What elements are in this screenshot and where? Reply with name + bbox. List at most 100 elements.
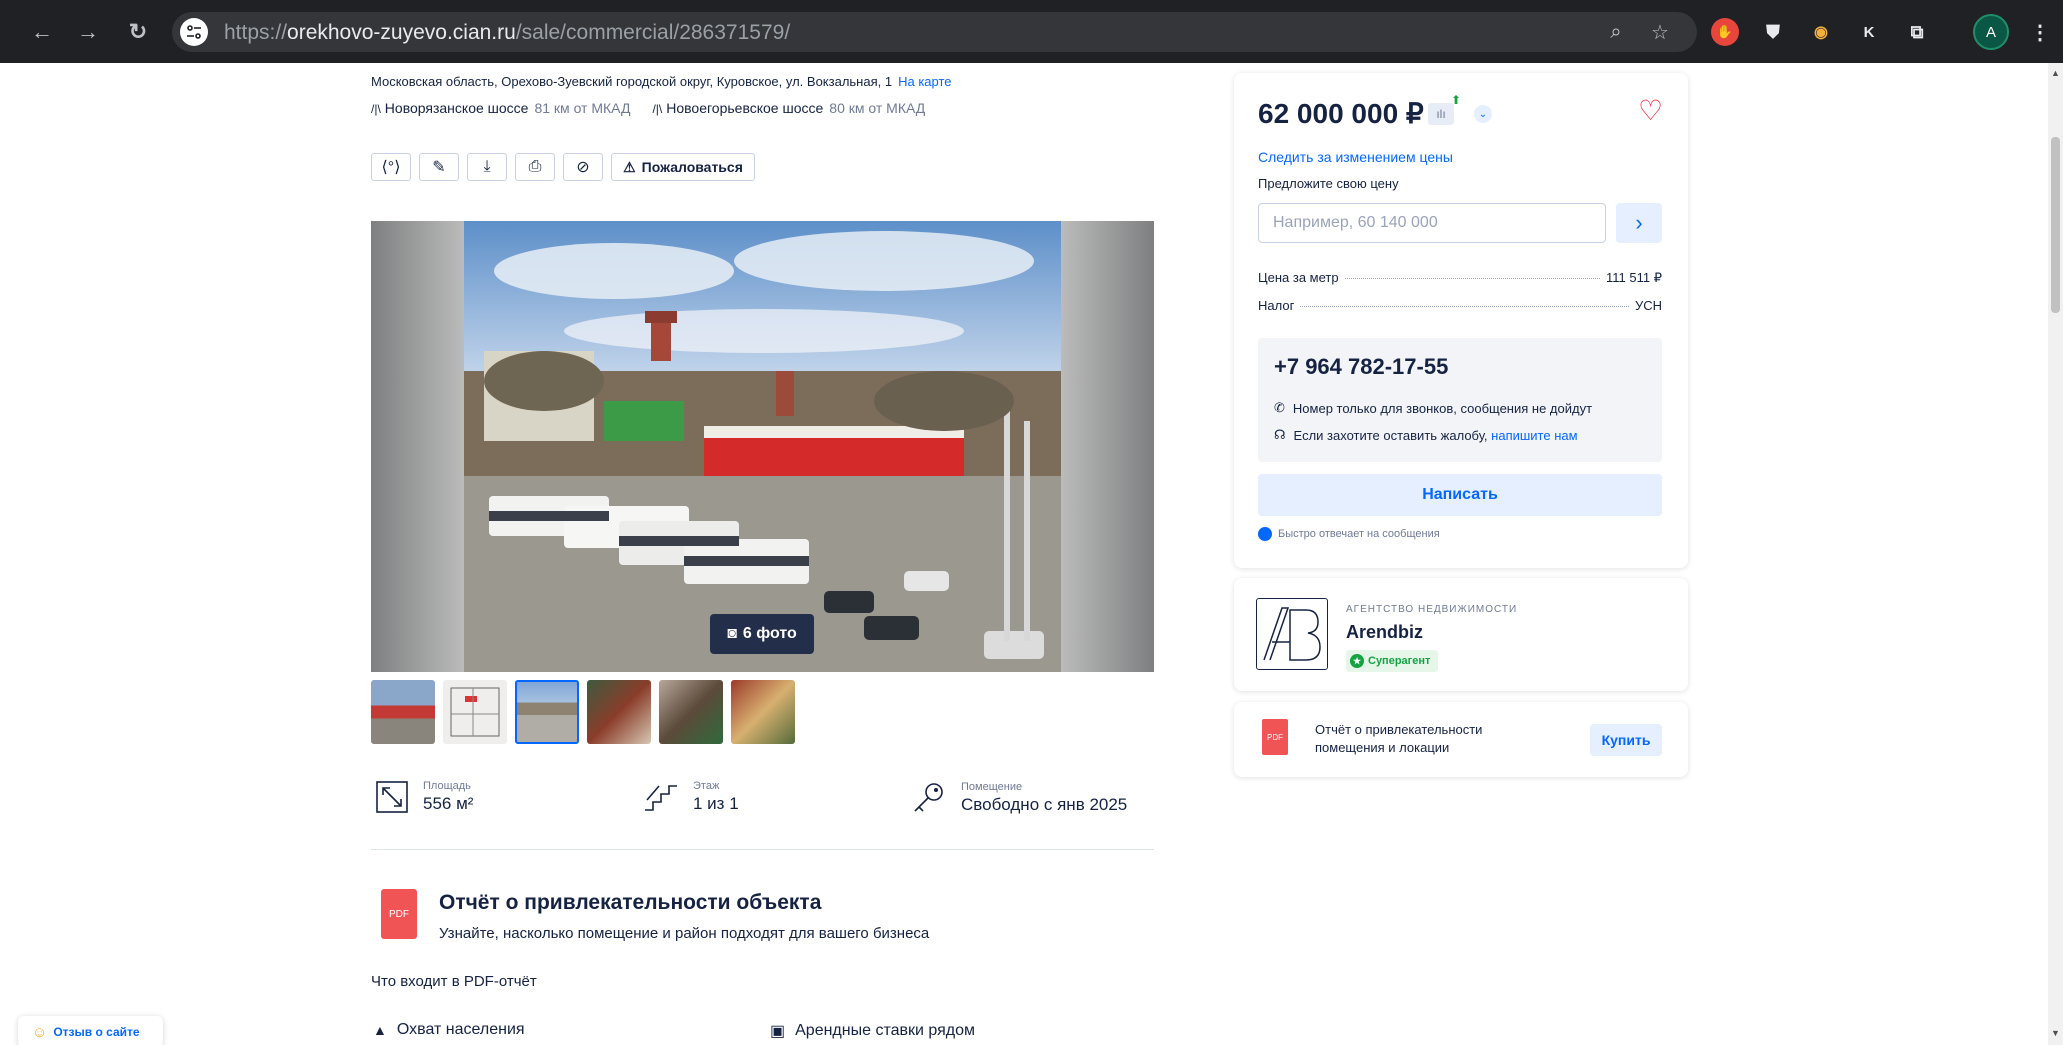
note-button[interactable]: ✎ bbox=[419, 153, 459, 181]
photo-gallery[interactable]: ◙ 6 фото bbox=[371, 221, 1154, 672]
price: 62 000 000 ₽ bbox=[1258, 98, 1424, 129]
phone-number[interactable]: +7 964 782-17-55 bbox=[1274, 354, 1448, 380]
share-button[interactable]: ⟨°⟩ bbox=[371, 153, 411, 181]
agency-card[interactable]: АГЕНТСТВО НЕДВИЖИМОСТИ Arendbiz ★ Супераг… bbox=[1234, 578, 1688, 691]
phone-note: ✆ Номер только для звонков, сообщения не … bbox=[1274, 400, 1593, 416]
site-feedback-button[interactable]: ☺ Отзыв о сайте bbox=[18, 1016, 163, 1045]
phone-icon: ✆ bbox=[1274, 400, 1285, 415]
highway-icon: /|\ bbox=[371, 102, 381, 116]
browser-window: ← → ↻ https://orekhovo-zuyevo.cian.ru/sa… bbox=[0, 0, 2063, 1045]
agency-name[interactable]: Arendbiz bbox=[1346, 622, 1423, 643]
listing-actions: ⟨°⟩ ✎ ⤓ ⎙ ⊘ ⚠ Пожаловаться bbox=[371, 153, 755, 181]
thumbnail[interactable] bbox=[443, 680, 507, 744]
menu-dots-icon[interactable]: ⋮ bbox=[2026, 18, 2054, 46]
site-info-icon[interactable] bbox=[180, 18, 208, 46]
address-bar[interactable]: https://orekhovo-zuyevo.cian.ru/sale/com… bbox=[172, 12, 1697, 52]
thumbnail[interactable] bbox=[587, 680, 651, 744]
main-photo[interactable] bbox=[464, 221, 1061, 672]
k-extension-icon[interactable]: K bbox=[1855, 18, 1883, 46]
thumbnail-strip bbox=[371, 680, 795, 744]
feature-item: ▲ Охват населения bbox=[373, 1021, 525, 1038]
pdf-contents-heading: Что входит в PDF-отчёт bbox=[371, 973, 537, 990]
contact-us-link[interactable]: напишите нам bbox=[1491, 428, 1577, 443]
offer-price-label: Предложите свою цену bbox=[1258, 176, 1399, 191]
hide-button[interactable]: ⊘ bbox=[563, 153, 603, 181]
listing-facts: Площадь 556 м² Этаж 1 из 1 Помещение Свобод… bbox=[371, 780, 1154, 850]
listing-address: Московская область, Орехово-Зуевский гор… bbox=[371, 74, 952, 89]
phone-box: +7 964 782-17-55 ✆ Номер только для звонк… bbox=[1258, 338, 1662, 462]
highway-list: /|\ Новорязанское шоссе 81 км от МКАД /|\ Н… bbox=[371, 100, 925, 116]
thumbnail[interactable] bbox=[659, 680, 723, 744]
forward-icon[interactable]: → bbox=[72, 16, 104, 48]
smile-icon: ☺ bbox=[32, 1023, 48, 1041]
extensions-puzzle-icon[interactable]: ⧉ bbox=[1903, 18, 1931, 46]
tax-row: Налог УСН bbox=[1258, 298, 1662, 313]
print-button[interactable]: ⎙ bbox=[515, 153, 555, 181]
offer-submit-button[interactable]: › bbox=[1616, 203, 1662, 243]
buy-report-button[interactable]: Купить bbox=[1590, 724, 1662, 756]
back-icon[interactable]: ← bbox=[26, 16, 58, 48]
complain-button[interactable]: ⚠ Пожаловаться bbox=[611, 153, 755, 181]
scroll-thumb[interactable] bbox=[2051, 137, 2060, 313]
area-icon bbox=[376, 781, 408, 813]
page-scrollbar[interactable]: ▲ ▼ bbox=[2048, 63, 2063, 1045]
download-button[interactable]: ⤓ bbox=[467, 153, 507, 181]
thumbnail[interactable] bbox=[731, 680, 795, 744]
price-card: 62 000 000 ₽ ılı ⬆ ⌄ ♡ Следить за измене… bbox=[1234, 73, 1688, 568]
complaint-note: ☊ Если захотите оставить жалобу, напишите… bbox=[1274, 427, 1578, 443]
write-button[interactable]: Написать bbox=[1258, 474, 1662, 516]
price-up-icon: ⬆ bbox=[1451, 93, 1462, 107]
browser-toolbar: ← → ↻ https://orekhovo-zuyevo.cian.ru/sa… bbox=[0, 0, 2063, 63]
download-icon: ⤓ bbox=[483, 158, 491, 175]
fact-floor: Этаж 1 из 1 bbox=[643, 780, 739, 814]
camera-icon: ◙ bbox=[727, 625, 737, 642]
zoom-icon[interactable]: ⌕ bbox=[1604, 20, 1628, 44]
map-link[interactable]: На карте bbox=[898, 74, 951, 89]
bookmark-star-icon[interactable]: ☆ bbox=[1648, 20, 1672, 44]
address-text: Московская область, Орехово-Зуевский гор… bbox=[371, 74, 893, 89]
chevron-right-icon: › bbox=[1635, 210, 1643, 235]
pdf-icon: PDF bbox=[1262, 719, 1288, 755]
price-per-meter-row: Цена за метр 111 511 ₽ bbox=[1258, 270, 1662, 285]
report-subtitle: Узнайте, насколько помещение и район под… bbox=[439, 925, 930, 942]
agency-type: АГЕНТСТВО НЕДВИЖИМОСТИ bbox=[1346, 604, 1518, 615]
follow-price-link[interactable]: Следить за изменением цены bbox=[1258, 149, 1453, 165]
share-icon: ⟨°⟩ bbox=[381, 159, 401, 176]
calculator-icon: ▣ bbox=[770, 1023, 786, 1040]
fast-reply-note: Быстро отвечает на сообщения bbox=[1258, 527, 1440, 541]
spy-extension-icon[interactable]: ◉ bbox=[1807, 18, 1835, 46]
favorite-heart-icon[interactable]: ♡ bbox=[1638, 97, 1663, 125]
photo-count-button[interactable]: ◙ 6 фото bbox=[710, 614, 814, 654]
printer-icon: ⎙ bbox=[528, 158, 542, 175]
report-buy-card: PDF Отчёт о привлекательности помещения … bbox=[1234, 702, 1688, 777]
warning-icon: ⚠ bbox=[623, 158, 636, 175]
highway-item: /|\ Новорязанское шоссе 81 км от МКАД bbox=[371, 100, 631, 116]
scroll-up-icon[interactable]: ▲ bbox=[2051, 69, 2060, 78]
highway-item: /|\ Новоегорьевское шоссе 80 км от МКАД bbox=[652, 100, 926, 116]
report-title: Отчёт о привлекательности объекта bbox=[439, 891, 822, 914]
profile-avatar[interactable]: A bbox=[1973, 14, 2009, 50]
fact-area: Площадь 556 м² bbox=[375, 780, 473, 814]
scroll-down-icon[interactable]: ▼ bbox=[2051, 1029, 2060, 1038]
offer-price-input[interactable]: Например, 60 140 000 bbox=[1258, 203, 1606, 243]
superagent-badge: ★ Суперагент bbox=[1346, 650, 1439, 672]
clock-icon bbox=[1258, 527, 1272, 541]
chevron-down-icon[interactable]: ⌄ bbox=[1474, 105, 1492, 123]
agency-logo bbox=[1256, 598, 1328, 670]
hide-eye-icon: ⊘ bbox=[576, 159, 590, 176]
adblock-extension-icon[interactable]: ✋ bbox=[1711, 18, 1739, 46]
headset-icon: ☊ bbox=[1274, 427, 1286, 442]
shield-extension-icon[interactable]: ⛊ bbox=[1759, 18, 1787, 46]
url-text[interactable]: https://orekhovo-zuyevo.cian.ru/sale/com… bbox=[224, 21, 790, 45]
stairs-icon bbox=[645, 785, 677, 811]
key-icon bbox=[914, 783, 943, 812]
highway-icon: /|\ bbox=[652, 102, 663, 116]
report-card-title: Отчёт о привлекательности помещения и ло… bbox=[1315, 722, 1483, 755]
person-icon: ▲ bbox=[373, 1022, 387, 1038]
star-icon: ★ bbox=[1350, 654, 1364, 668]
pencil-icon: ✎ bbox=[432, 159, 446, 176]
thumbnail-active[interactable] bbox=[515, 680, 579, 744]
pdf-icon: PDF bbox=[381, 889, 417, 939]
thumbnail[interactable] bbox=[371, 680, 435, 744]
reload-icon[interactable]: ↻ bbox=[122, 16, 154, 48]
